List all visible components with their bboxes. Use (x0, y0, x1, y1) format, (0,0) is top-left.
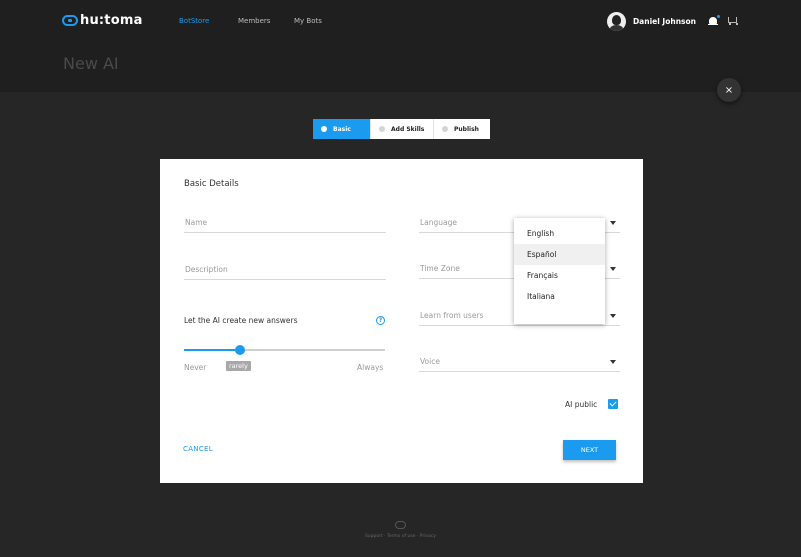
wizard-stepper: Basic Add Skills Publish (313, 119, 490, 139)
language-option-english[interactable]: English (514, 223, 605, 244)
nav-members[interactable]: Members (238, 17, 270, 25)
nav-my-bots[interactable]: My Bots (294, 17, 322, 25)
help-icon[interactable]: ? (376, 316, 385, 325)
user-area: Daniel Johnson (606, 11, 738, 31)
description-placeholder: Description (185, 265, 228, 274)
nav-botstore[interactable]: BotStore (179, 17, 209, 25)
next-button[interactable]: NEXT (563, 440, 616, 460)
logo-text: hu:toma (80, 12, 143, 28)
top-bar: hu:toma BotStore Members My Bots Daniel … (0, 0, 801, 42)
title-band (0, 42, 801, 92)
name-placeholder: Name (185, 218, 208, 227)
footer-logo-icon (395, 521, 406, 529)
slider-value-badge: rarely (226, 361, 251, 371)
language-option-italiana[interactable]: Italiana (514, 286, 605, 307)
slider-thumb[interactable] (235, 345, 246, 355)
language-option-francais[interactable]: Français (514, 265, 605, 286)
close-button[interactable]: × (717, 78, 741, 102)
cancel-button[interactable]: CANCEL (183, 445, 213, 453)
section-title: Basic Details (184, 179, 239, 189)
user-name[interactable]: Daniel Johnson (633, 17, 696, 26)
logo-icon (62, 14, 78, 26)
chevron-down-icon (610, 221, 616, 225)
avatar[interactable] (606, 11, 626, 31)
step-dot-icon (442, 126, 448, 132)
voice-select[interactable]: Voice (419, 354, 620, 372)
answers-slider[interactable] (184, 345, 385, 355)
slider-min-label: Never (184, 363, 207, 372)
step-dot-icon (321, 126, 327, 132)
step-label: Basic (333, 125, 351, 133)
cart-icon[interactable] (726, 16, 738, 26)
slider-label: Let the AI create new answers (184, 316, 298, 325)
page-title: New AI (63, 54, 119, 73)
step-label: Publish (454, 125, 479, 133)
timezone-label: Time Zone (420, 264, 460, 273)
language-dropdown-menu: English Español Français Italiana (514, 218, 605, 324)
footer-links[interactable]: Support · Terms of use · Privacy (0, 534, 801, 539)
step-publish[interactable]: Publish (433, 119, 490, 139)
step-basic[interactable]: Basic (313, 119, 370, 139)
bell-icon[interactable] (708, 14, 720, 27)
slider-max-label: Always (357, 363, 384, 372)
chevron-down-icon (610, 314, 616, 318)
huutoma-logo[interactable]: hu:toma (62, 11, 143, 29)
notification-dot (717, 14, 720, 18)
ai-public-label: AI public (565, 400, 598, 409)
ai-public-checkbox[interactable] (608, 399, 618, 409)
language-option-espanol[interactable]: Español (514, 244, 605, 265)
chevron-down-icon (610, 267, 616, 271)
slider-fill (184, 349, 241, 351)
voice-label: Voice (420, 357, 440, 366)
step-dot-icon (379, 126, 385, 132)
step-add-skills[interactable]: Add Skills (370, 119, 433, 139)
language-label: Language (420, 218, 458, 227)
name-field[interactable]: Name (184, 215, 386, 233)
step-label: Add Skills (391, 125, 425, 133)
description-field[interactable]: Description (184, 262, 386, 280)
learn-label: Learn from users (420, 311, 484, 320)
chevron-down-icon (610, 360, 616, 364)
